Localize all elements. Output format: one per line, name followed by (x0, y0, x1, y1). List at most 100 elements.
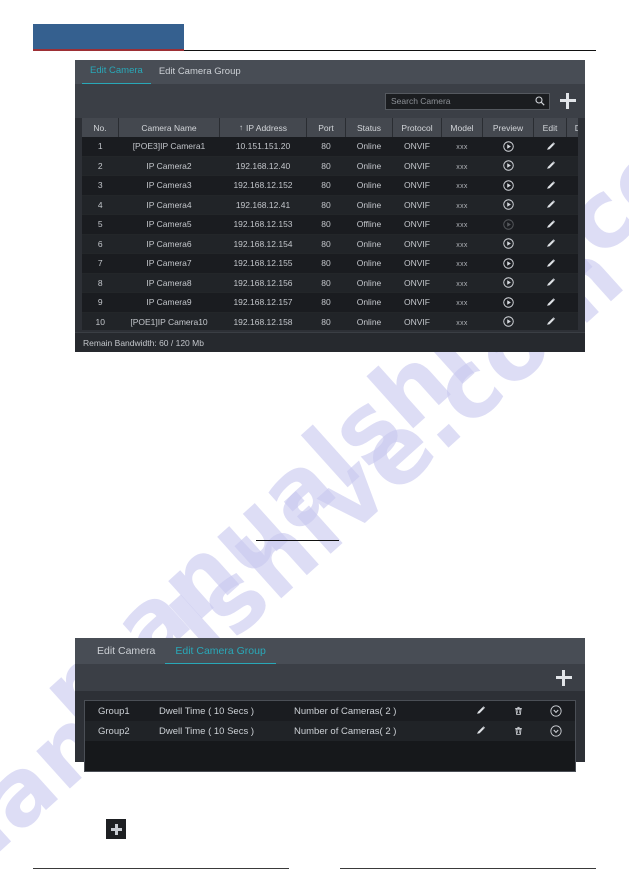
table-row[interactable]: 9 IP Camera9 192.168.12.157 80 Online ONVIF xx… (82, 292, 578, 313)
edit-pencil-icon[interactable] (545, 199, 556, 210)
cell-edit[interactable] (533, 214, 567, 235)
camera-table-container[interactable]: No. Camera Name ↑ IP Address Port Status … (82, 118, 578, 330)
table-row[interactable]: 6 IP Camera6 192.168.12.154 80 Online ONVIF xx… (82, 234, 578, 254)
preview-play-icon[interactable] (502, 141, 514, 152)
cell-edit[interactable] (533, 195, 567, 215)
column-header-status[interactable]: Status (345, 118, 393, 137)
search-input[interactable] (391, 96, 535, 106)
group-expand-action[interactable] (537, 705, 575, 717)
cell-edit[interactable] (533, 156, 567, 176)
column-header-no[interactable]: No. (82, 118, 119, 137)
column-header-preview[interactable]: Preview (482, 118, 534, 137)
column-header-edit[interactable]: Edit (533, 118, 567, 137)
cell-delete[interactable] (566, 273, 578, 293)
edit-pencil-icon[interactable] (545, 316, 556, 327)
edit-pencil-icon[interactable] (475, 725, 486, 736)
table-row[interactable]: 4 IP Camera4 192.168.12.41 80 Online ONVIF xxx (82, 195, 578, 215)
column-header-delete[interactable]: Delete (566, 118, 578, 137)
table-row[interactable]: 5 IP Camera5 192.168.12.153 80 Offline ONVIF x… (82, 214, 578, 235)
edit-pencil-icon[interactable] (475, 705, 486, 716)
inline-add-button[interactable] (106, 819, 126, 839)
cell-preview[interactable] (482, 292, 534, 313)
cell-protocol: ONVIF (392, 234, 442, 254)
cell-delete[interactable] (566, 175, 578, 196)
cell-delete[interactable] (566, 214, 578, 235)
edit-pencil-icon[interactable] (545, 238, 556, 249)
cell-edit[interactable] (533, 253, 567, 274)
edit-pencil-icon[interactable] (545, 277, 556, 288)
cell-status: Online (345, 273, 393, 293)
group-edit-action[interactable] (461, 705, 499, 716)
edit-pencil-icon[interactable] (545, 258, 556, 269)
table-row[interactable]: 10 [POE1]IP Camera10 192.168.12.158 80 Onlin… (82, 312, 578, 330)
cell-delete[interactable] (566, 312, 578, 330)
add-camera-button[interactable] (559, 92, 577, 110)
tab-edit-camera[interactable]: Edit Camera (82, 60, 151, 84)
cell-delete[interactable] (566, 156, 578, 176)
cell-edit[interactable] (533, 234, 567, 254)
tab-edit-camera-group[interactable]: Edit Camera Group (151, 60, 249, 84)
cell-preview[interactable] (482, 175, 534, 196)
cell-edit[interactable] (533, 137, 567, 157)
edit-pencil-icon[interactable] (545, 297, 556, 308)
group-delete-action[interactable] (499, 705, 537, 716)
search-camera-box[interactable] (385, 92, 550, 110)
cell-preview[interactable] (482, 253, 534, 274)
preview-play-icon[interactable] (502, 316, 514, 328)
table-row[interactable]: 1 [POE3]IP Camera1 10.151.151.20 80 Online ON… (82, 137, 578, 157)
cell-preview[interactable] (482, 234, 534, 254)
cell-delete[interactable] (566, 292, 578, 313)
edit-pencil-icon[interactable] (545, 141, 556, 152)
cell-delete[interactable] (566, 195, 578, 215)
group-expand-action[interactable] (537, 725, 575, 737)
group-name: Group1 (98, 705, 130, 717)
group-edit-action[interactable] (461, 725, 499, 736)
column-header-protocol[interactable]: Protocol (392, 118, 442, 137)
expand-chevron-icon[interactable] (550, 705, 562, 717)
cell-port: 80 (306, 195, 346, 215)
cell-preview[interactable] (482, 156, 534, 176)
cell-preview[interactable] (482, 195, 534, 215)
table-row[interactable]: 7 IP Camera7 192.168.12.155 80 Online ONVIF xx… (82, 253, 578, 274)
expand-chevron-icon[interactable] (550, 725, 562, 737)
cell-preview[interactable] (482, 273, 534, 293)
column-header-ip-address[interactable]: ↑ IP Address (219, 118, 307, 137)
list-item[interactable]: Group2 Dwell Time ( 10 Secs ) Number of Ca… (85, 721, 575, 741)
cell-delete[interactable] (566, 253, 578, 274)
cell-edit[interactable] (533, 292, 567, 313)
group-tab-edit-camera-group[interactable]: Edit Camera Group (165, 639, 276, 664)
cell-no: 10 (82, 312, 119, 330)
cell-delete[interactable] (566, 234, 578, 254)
list-item[interactable]: Group1 Dwell Time ( 10 Secs ) Number of Ca… (85, 701, 575, 721)
group-delete-action[interactable] (499, 725, 537, 736)
preview-play-icon[interactable] (502, 160, 514, 172)
table-row[interactable]: 2 IP Camera2 192.168.12.40 80 Online ONVIF xxx (82, 156, 578, 176)
cell-status: Offline (345, 214, 393, 235)
preview-play-icon[interactable] (502, 199, 514, 211)
table-row[interactable]: 8 IP Camera8 192.168.12.156 80 Online ONVIF xx… (82, 273, 578, 293)
table-row[interactable]: 3 IP Camera3 192.168.12.152 80 Online ONVIF xx… (82, 175, 578, 196)
edit-pencil-icon[interactable] (545, 219, 556, 230)
group-tab-edit-camera[interactable]: Edit Camera (87, 638, 165, 664)
delete-trash-icon[interactable] (513, 705, 524, 716)
cell-camera-name: IP Camera9 (118, 292, 220, 313)
column-header-model[interactable]: Model (441, 118, 483, 137)
cell-preview[interactable] (482, 137, 534, 157)
edit-pencil-icon[interactable] (545, 160, 556, 171)
cell-ip-address: 192.168.12.41 (219, 195, 307, 215)
column-header-port[interactable]: Port (306, 118, 346, 137)
edit-pencil-icon[interactable] (545, 180, 556, 191)
cell-edit[interactable] (533, 273, 567, 293)
search-icon[interactable] (535, 96, 545, 106)
cell-preview[interactable] (482, 312, 534, 330)
column-header-camera-name[interactable]: Camera Name (118, 118, 220, 137)
add-group-button[interactable] (555, 669, 573, 687)
preview-play-icon[interactable] (502, 180, 514, 191)
preview-play-icon[interactable] (502, 238, 514, 250)
preview-play-icon[interactable] (502, 277, 514, 289)
preview-play-icon[interactable] (502, 258, 514, 269)
preview-play-icon[interactable] (502, 297, 514, 308)
cell-edit[interactable] (533, 312, 567, 330)
delete-trash-icon[interactable] (513, 725, 524, 736)
cell-edit[interactable] (533, 175, 567, 196)
